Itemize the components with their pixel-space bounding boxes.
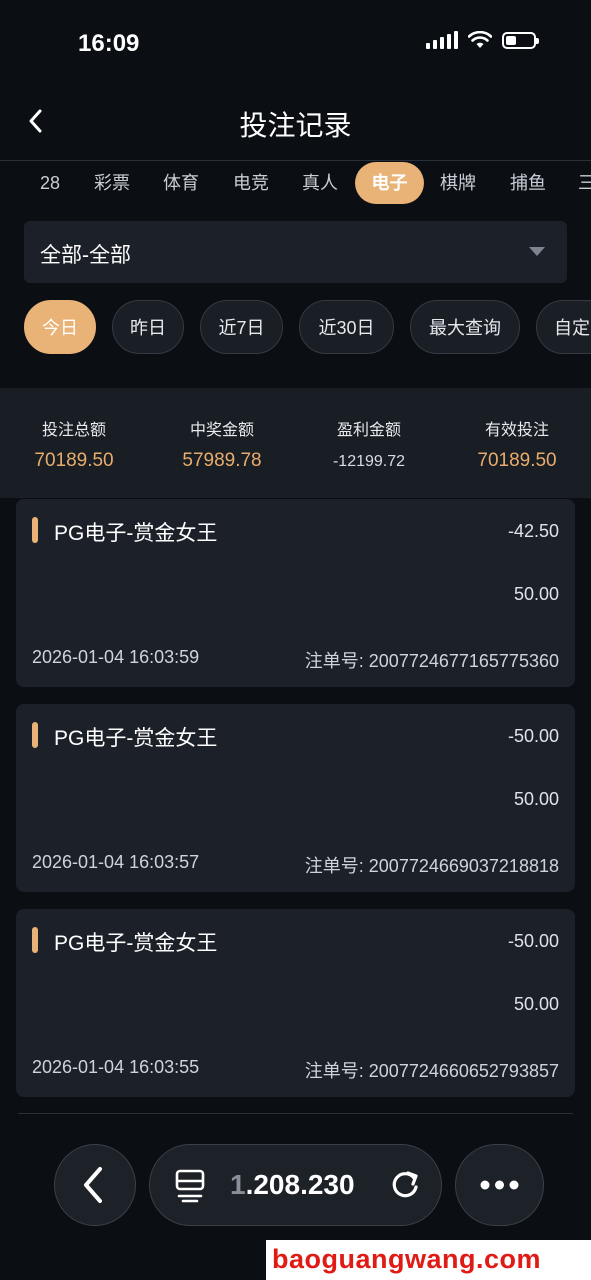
more-icon <box>480 1180 519 1190</box>
status-bar: 16:09 <box>0 0 591 86</box>
status-time: 16:09 <box>78 30 140 57</box>
bet-record-card[interactable]: PG电子-赏金女王 -50.00 50.00 2026-01-04 16:03:… <box>16 909 575 1097</box>
bet-amount: 50.00 <box>513 584 559 604</box>
summary-panel: 投注总额 70189.50 中奖金额 57989.78 盈利金额 -12199.… <box>0 388 591 498</box>
stat-profit: 盈利金额 -12199.72 <box>295 416 443 471</box>
stat-value: 70189.50 <box>34 450 114 471</box>
tab-lottery[interactable]: 彩票 <box>84 162 140 204</box>
tabs-icon <box>175 1169 205 1203</box>
accent-bar <box>32 927 38 953</box>
stat-value: 70189.50 <box>477 450 557 471</box>
stat-label: 盈利金额 <box>336 422 401 439</box>
stat-label: 投注总额 <box>41 422 106 439</box>
cellular-signal-icon <box>426 31 458 49</box>
address-prefix: 1 <box>230 1169 246 1200</box>
game-name: PG电子-赏金女王 <box>54 522 218 545</box>
chevron-left-icon <box>84 1167 102 1203</box>
game-name: PG电子-赏金女王 <box>54 932 218 955</box>
order-number: 注单号: 2007724660652793857 <box>304 1061 559 1081</box>
bet-time: 2026-01-04 16:03:57 <box>32 852 200 872</box>
caret-down-icon <box>529 247 545 256</box>
status-icons <box>426 31 539 49</box>
reload-icon[interactable] <box>387 1167 423 1203</box>
stat-value: -12199.72 <box>332 453 406 470</box>
nav-header: 投注记录 <box>0 86 591 160</box>
tab-live[interactable]: 真人 <box>292 162 348 204</box>
profit-amount: -50.00 <box>507 931 559 951</box>
bet-time: 2026-01-04 16:03:59 <box>32 647 200 667</box>
bet-record-card[interactable]: PG电子-赏金女王 -50.00 50.00 2026-01-04 16:03:… <box>16 704 575 892</box>
date-range-chips: 今日 昨日 近7日 近30日 最大查询 自定 <box>0 300 591 356</box>
game-filter-select[interactable]: 全部-全部 <box>24 221 567 283</box>
stat-label: 有效投注 <box>484 422 549 439</box>
more-options-button[interactable] <box>455 1144 544 1226</box>
category-tabs: 28 彩票 体育 电竞 真人 电子 棋牌 捕鱼 三 <box>0 162 591 206</box>
address-text: 1.208.230 <box>230 1169 355 1201</box>
chip-30-days[interactable]: 近30日 <box>299 300 394 354</box>
battery-icon <box>502 31 539 49</box>
accent-bar <box>32 722 38 748</box>
accent-bar <box>32 517 38 543</box>
chip-custom[interactable]: 自定 <box>536 300 591 354</box>
tab-sports[interactable]: 体育 <box>153 162 209 204</box>
wifi-icon <box>468 31 492 49</box>
watermark-text: baoguangwang.com <box>272 1244 542 1274</box>
bet-amount: 50.00 <box>513 994 559 1014</box>
stat-winnings: 中奖金额 57989.78 <box>148 416 296 472</box>
header-divider <box>0 160 591 161</box>
chip-max-query[interactable]: 最大查询 <box>410 300 520 354</box>
stat-valid-bet: 有效投注 70189.50 <box>443 416 591 472</box>
page-title: 投注记录 <box>239 110 352 141</box>
tab-fishing[interactable]: 捕鱼 <box>500 162 556 204</box>
bet-time: 2026-01-04 16:03:55 <box>32 1057 200 1077</box>
address-host: .208.230 <box>245 1169 355 1200</box>
tab-electronic[interactable]: 电子 <box>355 162 424 204</box>
order-number: 注单号: 2007724677165775360 <box>304 651 559 671</box>
stat-value: 57989.78 <box>182 450 262 471</box>
profit-amount: -50.00 <box>507 726 559 746</box>
chip-7-days[interactable]: 近7日 <box>200 300 283 354</box>
browser-back-button[interactable] <box>54 1144 136 1226</box>
filter-selected-value: 全部-全部 <box>40 244 131 267</box>
chip-yesterday[interactable]: 昨日 <box>112 300 184 354</box>
game-name: PG电子-赏金女王 <box>54 727 218 750</box>
bet-record-card[interactable]: PG电子-赏金女王 -42.50 50.00 2026-01-04 16:03:… <box>16 499 575 687</box>
tab-more[interactable]: 三 <box>572 162 591 204</box>
order-number: 注单号: 2007724669037218818 <box>304 856 559 876</box>
stat-total-bet: 投注总额 70189.50 <box>0 416 148 472</box>
list-divider <box>18 1113 573 1114</box>
watermark: baoguangwang.com <box>266 1240 591 1280</box>
profit-amount: -42.50 <box>507 521 559 541</box>
address-bar[interactable]: 1.208.230 <box>149 1144 442 1226</box>
chip-today[interactable]: 今日 <box>24 300 96 354</box>
bet-amount: 50.00 <box>513 789 559 809</box>
tab-28[interactable]: 28 <box>26 162 74 204</box>
stat-label: 中奖金额 <box>189 422 254 439</box>
tab-esports[interactable]: 电竞 <box>223 162 279 204</box>
tab-chess[interactable]: 棋牌 <box>430 162 486 204</box>
